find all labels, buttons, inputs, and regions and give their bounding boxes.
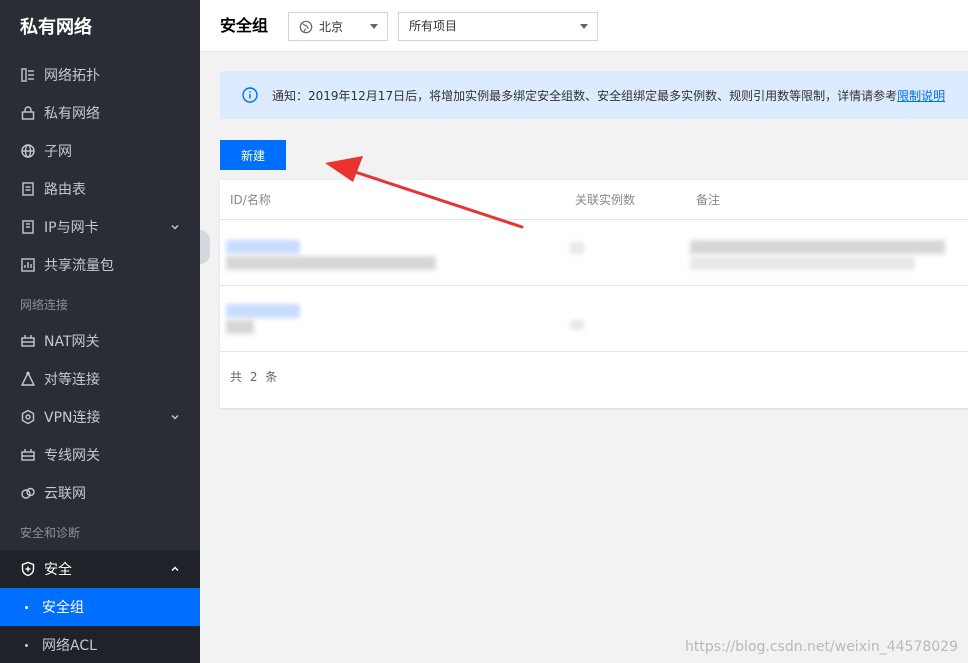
chevron-up-icon [171, 566, 179, 571]
table-row[interactable] [220, 286, 968, 352]
sidebar-title: 私有网络 [20, 17, 92, 38]
gateway-icon [20, 447, 36, 463]
sidebar-item-label: 子网 [44, 144, 72, 160]
sidebar-item-security[interactable]: 安全 [0, 550, 200, 588]
table-total-count: 共 2 条 [230, 370, 280, 384]
annotation-arrow [325, 156, 524, 229]
column-header-remark: 备注 [696, 193, 721, 207]
bullet-dot-icon [25, 606, 28, 609]
sidebar-item-label: 专线网关 [44, 448, 100, 464]
notice-banner: 通知：2019年12月17日后，将增加实例最多绑定安全组数、安全组绑定最多实例数… [220, 71, 968, 119]
sidebar-group-security: 安全和诊断 [20, 526, 81, 540]
sidebar-item-vpc[interactable]: 私有网络 [0, 94, 200, 132]
redacted-name [226, 256, 436, 270]
sidebar-item-label: 网络拓扑 [44, 68, 100, 84]
sidebar-item-topology[interactable]: 网络拓扑 [0, 56, 200, 94]
globe-icon [20, 143, 36, 159]
sidebar-item-label: IP与网卡 [44, 220, 99, 236]
bullet-dot-icon [25, 644, 28, 647]
info-icon [242, 87, 258, 103]
sidebar-item-subnet[interactable]: 子网 [0, 132, 200, 170]
redacted-id[interactable] [226, 240, 300, 254]
sidebar-item-label: 安全 [44, 562, 72, 578]
redacted-name [226, 320, 254, 334]
redacted-instance-count[interactable] [570, 320, 584, 330]
project-value: 所有项目 [409, 19, 458, 33]
page-header: 安全组 北京 所有项目 [200, 0, 968, 52]
shield-icon [20, 561, 36, 577]
redacted-remark [690, 240, 945, 254]
sidebar-item-label: 私有网络 [44, 106, 100, 122]
sidebar-item-ip-card[interactable]: IP与网卡 [0, 208, 200, 246]
ip-card-icon [20, 219, 36, 235]
vpn-icon [20, 409, 36, 425]
caret-down-icon [370, 24, 378, 29]
sidebar-item-label: 对等连接 [44, 372, 100, 388]
chevron-down-icon [171, 225, 179, 230]
chart-icon [20, 257, 36, 273]
redacted-id[interactable] [226, 304, 300, 318]
region-select[interactable]: 北京 [288, 12, 388, 41]
caret-down-icon [580, 24, 588, 29]
sidebar-item-label: NAT网关 [44, 334, 100, 350]
lock-icon [20, 105, 36, 121]
sidebar-item-label: 共享流量包 [44, 258, 114, 274]
globe-icon [299, 20, 313, 33]
column-header-id-name: ID/名称 [230, 193, 271, 207]
column-header-instances: 关联实例数 [575, 193, 636, 207]
sidebar-item-security-group[interactable]: 安全组 [0, 588, 200, 626]
project-select[interactable]: 所有项目 [398, 12, 598, 41]
region-value: 北京 [319, 20, 344, 34]
sidebar-item-nat[interactable]: NAT网关 [0, 322, 200, 360]
sidebar-item-label: 网络ACL [42, 638, 97, 654]
sidebar-item-label: 安全组 [42, 600, 84, 616]
document-icon [20, 181, 36, 197]
sidebar-collapse-handle[interactable] [200, 230, 210, 264]
gateway-icon [20, 333, 36, 349]
sidebar-item-label: 路由表 [44, 182, 86, 198]
redacted-instance-count[interactable] [570, 242, 584, 254]
peering-icon [20, 371, 36, 387]
sidebar-item-direct-connect[interactable]: 专线网关 [0, 436, 200, 474]
chevron-down-icon [171, 415, 179, 420]
sidebar-item-route-table[interactable]: 路由表 [0, 170, 200, 208]
sidebar-item-label: VPN连接 [44, 410, 101, 426]
topology-icon [20, 67, 36, 83]
sidebar: 私有网络 网络拓扑 私有网络 子网 路由表 IP与网卡 共享流量包 网络连接 N… [0, 0, 200, 663]
watermark: https://blog.csdn.net/weixin_44578029 [684, 639, 958, 655]
notice-text: 通知：2019年12月17日后，将增加实例最多绑定安全组数、安全组绑定最多实例数… [272, 88, 898, 103]
sidebar-item-peering[interactable]: 对等连接 [0, 360, 200, 398]
sidebar-item-vpn[interactable]: VPN连接 [0, 398, 200, 436]
sidebar-item-ccn[interactable]: 云联网 [0, 474, 200, 512]
sidebar-item-network-acl[interactable]: 网络ACL [0, 626, 200, 663]
redacted-remark-line2 [690, 256, 915, 270]
new-button[interactable]: 新建 [220, 140, 286, 170]
page-title: 安全组 [220, 16, 269, 35]
cloud-link-icon [20, 485, 36, 501]
sidebar-group-network: 网络连接 [20, 298, 69, 312]
sidebar-item-label: 云联网 [44, 486, 86, 502]
sidebar-item-shared-traffic[interactable]: 共享流量包 [0, 246, 200, 284]
limit-doc-link[interactable]: 限制说明 [897, 87, 945, 104]
